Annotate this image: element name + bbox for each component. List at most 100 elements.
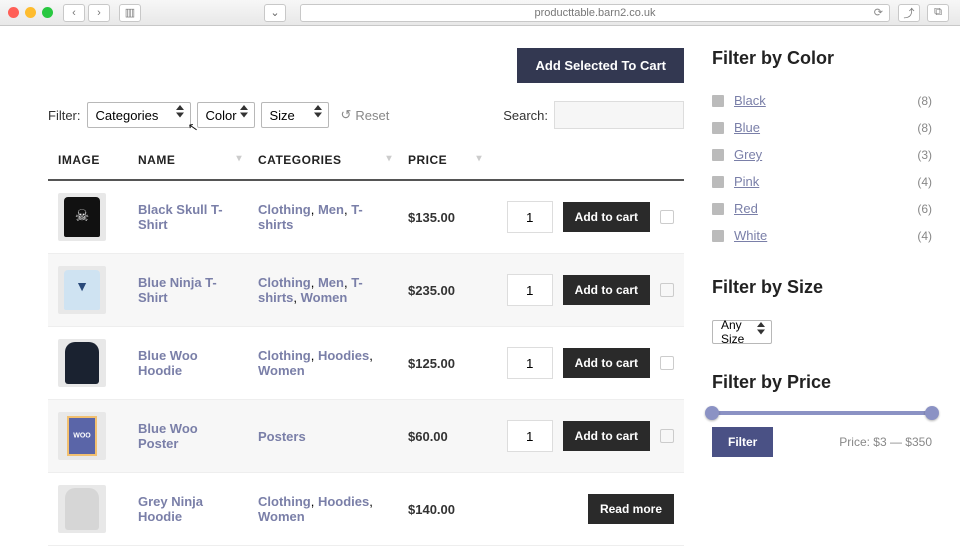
color-link[interactable]: Red xyxy=(734,201,758,216)
reload-icon[interactable]: ⟳ xyxy=(874,6,883,19)
category-link[interactable]: Posters xyxy=(258,429,306,444)
undo-icon: ↺ xyxy=(341,107,352,123)
quantity-input[interactable] xyxy=(507,347,553,379)
add-to-cart-button[interactable]: Add to cart xyxy=(563,275,650,305)
add-to-cart-button[interactable]: Add to cart xyxy=(563,421,650,451)
filter-label: Filter: xyxy=(48,108,81,123)
category-link[interactable]: Women xyxy=(258,509,305,524)
color-link[interactable]: White xyxy=(734,228,767,243)
search-label: Search: xyxy=(503,108,548,123)
sidebar-toggle-icon[interactable]: ▥ xyxy=(119,4,141,22)
color-link[interactable]: Black xyxy=(734,93,766,108)
color-filter-item[interactable]: Red(6) xyxy=(712,195,932,222)
color-filter-item[interactable]: Black (8) xyxy=(712,87,932,114)
category-link[interactable]: Clothing xyxy=(258,275,311,290)
add-to-cart-button[interactable]: Add to cart xyxy=(563,348,650,378)
product-table: IMAGE NAME CATEGORIES PRICE Black Skull … xyxy=(48,141,684,546)
color-swatch-icon xyxy=(712,95,724,107)
col-name[interactable]: NAME xyxy=(128,141,248,180)
quantity-input[interactable] xyxy=(507,274,553,306)
category-link[interactable]: Men xyxy=(318,275,344,290)
color-filter-item[interactable]: White (4) xyxy=(712,222,932,249)
product-thumb[interactable] xyxy=(58,412,106,460)
reset-link[interactable]: ↺Reset xyxy=(341,107,390,123)
category-link[interactable]: Hoodies xyxy=(318,494,369,509)
table-row: Blue Woo HoodieClothing, Hoodies, Women$… xyxy=(48,327,684,400)
color-swatch-icon xyxy=(712,176,724,188)
any-size-select[interactable]: Any Size xyxy=(712,320,772,344)
product-name-link[interactable]: Blue Woo Hoodie xyxy=(138,348,198,378)
product-price: $60.00 xyxy=(398,400,488,473)
row-checkbox[interactable] xyxy=(660,210,674,224)
product-name-link[interactable]: Blue Woo Poster xyxy=(138,421,198,451)
color-filter-item[interactable]: Blue (8) xyxy=(712,114,932,141)
color-filter-item[interactable]: Pink(4) xyxy=(712,168,932,195)
product-price: $125.00 xyxy=(398,327,488,400)
filter-price-button[interactable]: Filter xyxy=(712,427,773,457)
filter-size-title: Filter by Size xyxy=(712,277,932,298)
row-checkbox[interactable] xyxy=(660,283,674,297)
col-actions xyxy=(488,141,684,180)
category-link[interactable]: Clothing xyxy=(258,202,311,217)
slider-handle-min[interactable] xyxy=(705,406,719,420)
tabs-icon[interactable]: ⧉ xyxy=(927,4,949,22)
add-to-cart-button[interactable]: Read more xyxy=(588,494,674,524)
size-select[interactable]: Size xyxy=(261,102,329,128)
share-icon[interactable]: ⤴ xyxy=(898,4,920,22)
category-link[interactable]: Women xyxy=(258,363,305,378)
forward-button[interactable]: › xyxy=(88,4,110,22)
table-row: Black Skull T-ShirtClothing, Men, T-shir… xyxy=(48,180,684,254)
product-price: $235.00 xyxy=(398,254,488,327)
add-to-cart-button[interactable]: Add to cart xyxy=(563,202,650,232)
address-bar[interactable]: producttable.barn2.co.uk ⟳ xyxy=(300,4,890,22)
add-selected-to-cart-button[interactable]: Add Selected To Cart xyxy=(517,48,684,83)
window-controls xyxy=(8,7,53,18)
color-count: (4) xyxy=(917,229,932,243)
color-link[interactable]: Blue xyxy=(734,120,760,135)
col-categories[interactable]: CATEGORIES xyxy=(248,141,398,180)
category-link[interactable]: Hoodies xyxy=(318,348,369,363)
color-count: (8) xyxy=(917,94,932,108)
col-price[interactable]: PRICE xyxy=(398,141,488,180)
product-thumb[interactable] xyxy=(58,193,106,241)
filter-price-title: Filter by Price xyxy=(712,372,932,393)
product-price: $140.00 xyxy=(398,473,488,546)
pocket-icon[interactable]: ⌄ xyxy=(264,4,286,22)
slider-handle-max[interactable] xyxy=(925,406,939,420)
table-row: Grey Ninja HoodieClothing, Hoodies, Wome… xyxy=(48,473,684,546)
back-button[interactable]: ‹ xyxy=(63,4,85,22)
color-filter-item[interactable]: Grey (3) xyxy=(712,141,932,168)
minimize-window-icon[interactable] xyxy=(25,7,36,18)
color-link[interactable]: Grey xyxy=(734,147,762,162)
col-image: IMAGE xyxy=(48,141,128,180)
search-input[interactable] xyxy=(554,101,684,129)
row-checkbox[interactable] xyxy=(660,356,674,370)
product-name-link[interactable]: Black Skull T-Shirt xyxy=(138,202,223,232)
color-select[interactable]: Color xyxy=(197,102,255,128)
product-thumb[interactable] xyxy=(58,339,106,387)
categories-select[interactable]: Categories xyxy=(87,102,191,128)
table-row: Blue Woo Poster Posters $60.00 Add to cart xyxy=(48,400,684,473)
category-link[interactable]: Men xyxy=(318,202,344,217)
category-link[interactable]: Women xyxy=(301,290,348,305)
row-checkbox[interactable] xyxy=(660,429,674,443)
color-swatch-icon xyxy=(712,122,724,134)
maximize-window-icon[interactable] xyxy=(42,7,53,18)
price-slider[interactable] xyxy=(712,411,932,415)
quantity-input[interactable] xyxy=(507,420,553,452)
color-swatch-icon xyxy=(712,149,724,161)
product-price: $135.00 xyxy=(398,180,488,254)
close-window-icon[interactable] xyxy=(8,7,19,18)
filter-color-title: Filter by Color xyxy=(712,48,932,69)
product-thumb[interactable] xyxy=(58,485,106,533)
category-link[interactable]: Clothing xyxy=(258,494,311,509)
product-name-link[interactable]: Grey Ninja Hoodie xyxy=(138,494,203,524)
quantity-input[interactable] xyxy=(507,201,553,233)
color-link[interactable]: Pink xyxy=(734,174,759,189)
color-swatch-icon xyxy=(712,230,724,242)
product-thumb[interactable] xyxy=(58,266,106,314)
color-count: (3) xyxy=(917,148,932,162)
color-count: (8) xyxy=(917,121,932,135)
category-link[interactable]: Clothing xyxy=(258,348,311,363)
product-name-link[interactable]: Blue Ninja T-Shirt xyxy=(138,275,217,305)
